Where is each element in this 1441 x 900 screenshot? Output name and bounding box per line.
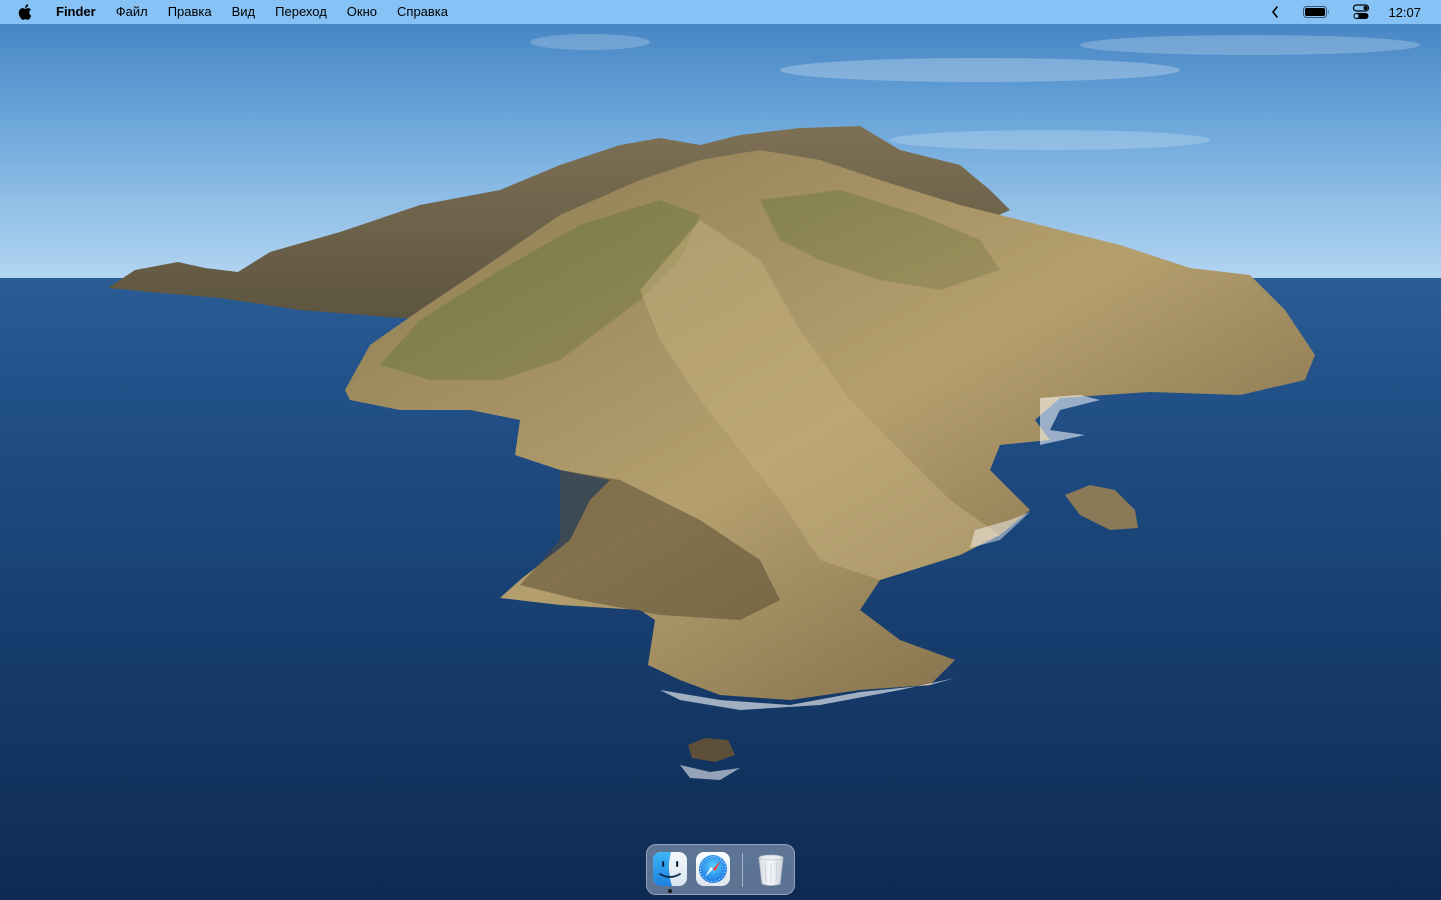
dock xyxy=(646,844,795,895)
finder-icon[interactable] xyxy=(651,850,689,888)
menu-bar: Finder Файл Правка Вид Переход Окно Спра… xyxy=(0,0,1441,24)
finder-running-indicator xyxy=(668,889,672,893)
dock-divider xyxy=(742,853,743,887)
menu-view[interactable]: Вид xyxy=(222,0,266,24)
safari-icon[interactable] xyxy=(694,850,732,888)
apple-logo-icon[interactable] xyxy=(14,0,36,24)
menu-file[interactable]: Файл xyxy=(106,0,158,24)
menu-window[interactable]: Окно xyxy=(337,0,387,24)
menu-help[interactable]: Справка xyxy=(387,0,458,24)
menu-bar-right: 12:07 xyxy=(1266,0,1441,24)
chevron-left-icon[interactable] xyxy=(1266,0,1284,24)
trash-icon[interactable] xyxy=(752,850,790,888)
menu-go[interactable]: Переход xyxy=(265,0,337,24)
menu-bar-left: Finder Файл Правка Вид Переход Окно Спра… xyxy=(0,0,458,24)
menu-edit[interactable]: Правка xyxy=(158,0,222,24)
desktop-wallpaper xyxy=(0,0,1441,900)
desktop: Finder Файл Правка Вид Переход Окно Спра… xyxy=(0,0,1441,900)
battery-icon[interactable] xyxy=(1296,0,1336,24)
control-center-icon[interactable] xyxy=(1346,0,1376,24)
menu-app-finder[interactable]: Finder xyxy=(48,0,106,24)
menu-clock[interactable]: 12:07 xyxy=(1388,0,1421,24)
